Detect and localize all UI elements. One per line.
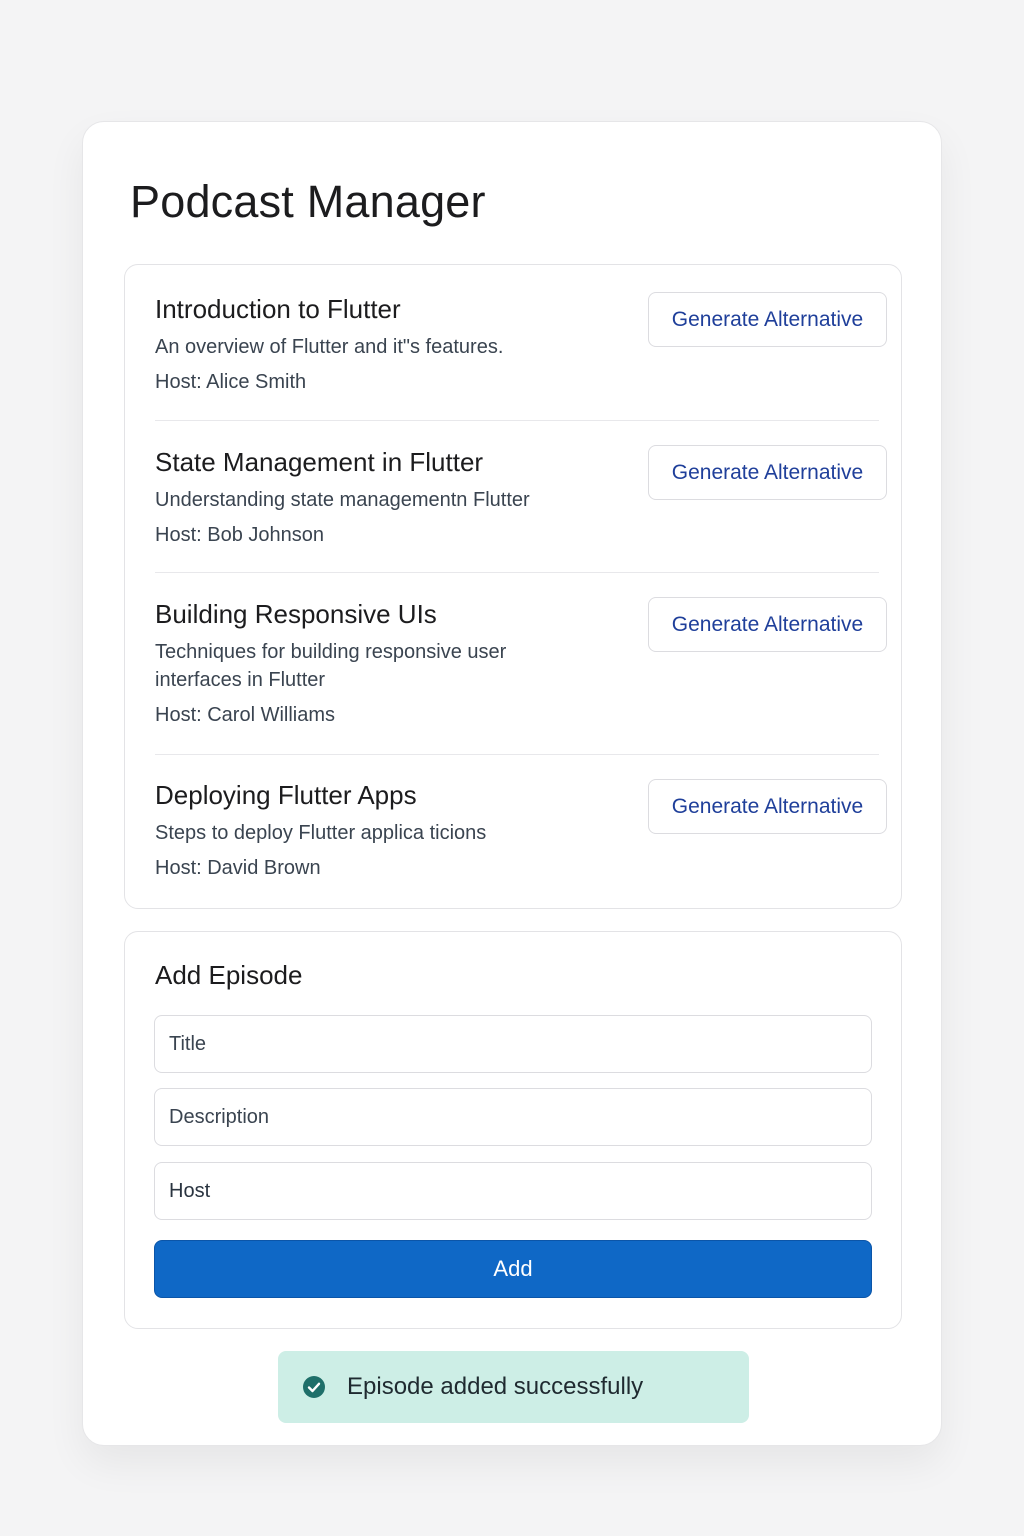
add-button[interactable]: Add xyxy=(154,1240,872,1298)
description-input[interactable] xyxy=(154,1088,872,1146)
episode-host: Host: Carol Williams xyxy=(155,704,336,726)
add-episode-form: Add Episode Add xyxy=(124,931,902,1329)
generate-alternative-button[interactable]: Generate Alternative xyxy=(648,445,887,500)
divider xyxy=(155,754,879,755)
check-circle-icon xyxy=(302,1375,326,1399)
list-item-episode: State Management in Flutter Understandin… xyxy=(155,445,887,549)
title-input[interactable] xyxy=(154,1015,872,1073)
toast-message: Episode added successfully xyxy=(347,1373,644,1400)
add-episode-heading: Add Episode xyxy=(155,960,303,990)
podcast-manager-card: Podcast Manager Introduction to Flutter … xyxy=(82,121,942,1446)
list-item-episode: Deploying Flutter Apps Steps to deploy F… xyxy=(155,779,887,882)
generate-alternative-button[interactable]: Generate Alternative xyxy=(648,597,887,652)
episode-description: Techniques for building responsive user … xyxy=(155,641,507,691)
generate-alternative-button[interactable]: Generate Alternative xyxy=(648,779,887,834)
divider xyxy=(155,420,879,421)
list-item-episode: Building Responsive UIs Techniques for b… xyxy=(155,597,887,729)
episode-host: Host: David Brown xyxy=(155,857,321,879)
list-item-episode: Introduction to Flutter An overview of F… xyxy=(155,292,887,396)
episode-host: Host: Bob Johnson xyxy=(155,524,324,546)
page-title: Podcast Manager xyxy=(130,176,486,227)
episode-list: Introduction to Flutter An overview of F… xyxy=(124,264,902,909)
episode-description: Understanding state managementn Flutter xyxy=(155,489,530,511)
episode-description: Steps to deploy Flutter applica ticions xyxy=(155,822,487,844)
divider xyxy=(155,572,879,573)
host-input[interactable] xyxy=(154,1162,872,1220)
success-toast: Episode added successfully xyxy=(278,1351,749,1423)
episode-host: Host: Alice Smith xyxy=(155,371,307,393)
episode-description: An overview of Flutter and it"s features… xyxy=(155,336,504,358)
generate-alternative-button[interactable]: Generate Alternative xyxy=(648,292,887,347)
